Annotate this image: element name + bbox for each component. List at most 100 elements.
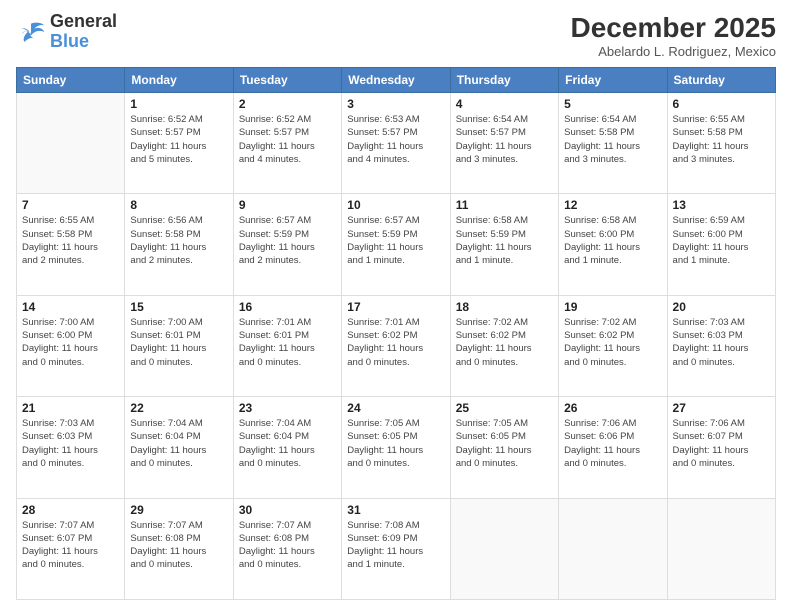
day-number: 18 bbox=[456, 300, 553, 314]
calendar-cell: 13Sunrise: 6:59 AMSunset: 6:00 PMDayligh… bbox=[667, 194, 775, 295]
calendar-header-monday: Monday bbox=[125, 68, 233, 93]
day-info: Sunrise: 7:02 AMSunset: 6:02 PMDaylight:… bbox=[564, 316, 661, 369]
day-info: Sunrise: 7:04 AMSunset: 6:04 PMDaylight:… bbox=[130, 417, 227, 470]
day-number: 9 bbox=[239, 198, 336, 212]
day-number: 25 bbox=[456, 401, 553, 415]
day-number: 2 bbox=[239, 97, 336, 111]
page-header: GeneralBlue December 2025 Abelardo L. Ro… bbox=[16, 12, 776, 59]
day-info: Sunrise: 7:06 AMSunset: 6:07 PMDaylight:… bbox=[673, 417, 770, 470]
day-info: Sunrise: 7:00 AMSunset: 6:00 PMDaylight:… bbox=[22, 316, 119, 369]
calendar-header-thursday: Thursday bbox=[450, 68, 558, 93]
calendar-cell: 8 Sunrise: 6:56 AMSunset: 5:58 PMDaylight… bbox=[125, 194, 233, 295]
day-info: Sunrise: 7:05 AMSunset: 6:05 PMDaylight:… bbox=[456, 417, 553, 470]
day-info: Sunrise: 6:55 AMSunset: 5:58 PMDaylight:… bbox=[22, 214, 119, 267]
day-number: 12 bbox=[564, 198, 661, 212]
day-number: 10 bbox=[347, 198, 444, 212]
day-info: Sunrise: 6:54 AMSunset: 5:57 PMDaylight:… bbox=[456, 113, 553, 166]
day-info: Sunrise: 7:02 AMSunset: 6:02 PMDaylight:… bbox=[456, 316, 553, 369]
calendar-header-saturday: Saturday bbox=[667, 68, 775, 93]
calendar-header-friday: Friday bbox=[559, 68, 667, 93]
calendar-cell: 25 Sunrise: 7:05 AMSunset: 6:05 PMDayligh… bbox=[450, 397, 558, 498]
week-row-5: 28 Sunrise: 7:07 AMSunset: 6:07 PMDayligh… bbox=[17, 498, 776, 599]
day-number: 15 bbox=[130, 300, 227, 314]
calendar-cell: 17 Sunrise: 7:01 AMSunset: 6:02 PMDayligh… bbox=[342, 295, 450, 396]
day-number: 24 bbox=[347, 401, 444, 415]
calendar-cell: 19 Sunrise: 7:02 AMSunset: 6:02 PMDayligh… bbox=[559, 295, 667, 396]
day-info: Sunrise: 7:07 AMSunset: 6:08 PMDaylight:… bbox=[239, 519, 336, 572]
day-info: Sunrise: 6:55 AMSunset: 5:58 PMDaylight:… bbox=[673, 113, 770, 166]
calendar-cell: 11 Sunrise: 6:58 AMSunset: 5:59 PMDayligh… bbox=[450, 194, 558, 295]
day-number: 3 bbox=[347, 97, 444, 111]
calendar-cell: 22Sunrise: 7:04 AMSunset: 6:04 PMDayligh… bbox=[125, 397, 233, 498]
day-info: Sunrise: 6:52 AMSunset: 5:57 PMDaylight:… bbox=[130, 113, 227, 166]
calendar-cell: 6 Sunrise: 6:55 AMSunset: 5:58 PMDaylight… bbox=[667, 93, 775, 194]
day-info: Sunrise: 7:04 AMSunset: 6:04 PMDaylight:… bbox=[239, 417, 336, 470]
week-row-3: 14 Sunrise: 7:00 AMSunset: 6:00 PMDayligh… bbox=[17, 295, 776, 396]
day-number: 11 bbox=[456, 198, 553, 212]
week-row-4: 21Sunrise: 7:03 AMSunset: 6:03 PMDayligh… bbox=[17, 397, 776, 498]
logo-icon bbox=[16, 20, 46, 44]
day-info: Sunrise: 6:57 AMSunset: 5:59 PMDaylight:… bbox=[347, 214, 444, 267]
day-info: Sunrise: 6:54 AMSunset: 5:58 PMDaylight:… bbox=[564, 113, 661, 166]
calendar-cell: 18 Sunrise: 7:02 AMSunset: 6:02 PMDayligh… bbox=[450, 295, 558, 396]
calendar-header-row: SundayMondayTuesdayWednesdayThursdayFrid… bbox=[17, 68, 776, 93]
logo-text: GeneralBlue bbox=[50, 12, 117, 52]
day-number: 14 bbox=[22, 300, 119, 314]
day-number: 20 bbox=[673, 300, 770, 314]
day-info: Sunrise: 7:05 AMSunset: 6:05 PMDaylight:… bbox=[347, 417, 444, 470]
day-number: 27 bbox=[673, 401, 770, 415]
day-info: Sunrise: 6:57 AMSunset: 5:59 PMDaylight:… bbox=[239, 214, 336, 267]
logo: GeneralBlue bbox=[16, 12, 117, 52]
day-number: 16 bbox=[239, 300, 336, 314]
day-number: 6 bbox=[673, 97, 770, 111]
calendar-cell: 3 Sunrise: 6:53 AMSunset: 5:57 PMDaylight… bbox=[342, 93, 450, 194]
day-number: 4 bbox=[456, 97, 553, 111]
location: Abelardo L. Rodriguez, Mexico bbox=[571, 44, 776, 59]
calendar-header-wednesday: Wednesday bbox=[342, 68, 450, 93]
calendar-cell: 9 Sunrise: 6:57 AMSunset: 5:59 PMDaylight… bbox=[233, 194, 341, 295]
day-info: Sunrise: 7:06 AMSunset: 6:06 PMDaylight:… bbox=[564, 417, 661, 470]
title-block: December 2025 Abelardo L. Rodriguez, Mex… bbox=[571, 12, 776, 59]
day-info: Sunrise: 7:07 AMSunset: 6:07 PMDaylight:… bbox=[22, 519, 119, 572]
calendar-cell: 15 Sunrise: 7:00 AMSunset: 6:01 PMDayligh… bbox=[125, 295, 233, 396]
day-info: Sunrise: 7:07 AMSunset: 6:08 PMDaylight:… bbox=[130, 519, 227, 572]
week-row-1: 1 Sunrise: 6:52 AMSunset: 5:57 PMDaylight… bbox=[17, 93, 776, 194]
calendar-header-tuesday: Tuesday bbox=[233, 68, 341, 93]
calendar-cell: 31Sunrise: 7:08 AMSunset: 6:09 PMDayligh… bbox=[342, 498, 450, 599]
day-number: 31 bbox=[347, 503, 444, 517]
day-number: 5 bbox=[564, 97, 661, 111]
day-number: 8 bbox=[130, 198, 227, 212]
day-number: 29 bbox=[130, 503, 227, 517]
calendar-cell: 14 Sunrise: 7:00 AMSunset: 6:00 PMDayligh… bbox=[17, 295, 125, 396]
day-info: Sunrise: 6:53 AMSunset: 5:57 PMDaylight:… bbox=[347, 113, 444, 166]
day-number: 17 bbox=[347, 300, 444, 314]
calendar-cell: 1 Sunrise: 6:52 AMSunset: 5:57 PMDaylight… bbox=[125, 93, 233, 194]
calendar-cell bbox=[667, 498, 775, 599]
day-number: 26 bbox=[564, 401, 661, 415]
calendar-cell: 21Sunrise: 7:03 AMSunset: 6:03 PMDayligh… bbox=[17, 397, 125, 498]
day-number: 21 bbox=[22, 401, 119, 415]
day-number: 1 bbox=[130, 97, 227, 111]
calendar-cell: 10 Sunrise: 6:57 AMSunset: 5:59 PMDayligh… bbox=[342, 194, 450, 295]
calendar-table: SundayMondayTuesdayWednesdayThursdayFrid… bbox=[16, 67, 776, 600]
calendar-cell: 2 Sunrise: 6:52 AMSunset: 5:57 PMDaylight… bbox=[233, 93, 341, 194]
day-number: 19 bbox=[564, 300, 661, 314]
day-info: Sunrise: 7:00 AMSunset: 6:01 PMDaylight:… bbox=[130, 316, 227, 369]
calendar-header-sunday: Sunday bbox=[17, 68, 125, 93]
day-info: Sunrise: 7:01 AMSunset: 6:02 PMDaylight:… bbox=[347, 316, 444, 369]
day-info: Sunrise: 6:52 AMSunset: 5:57 PMDaylight:… bbox=[239, 113, 336, 166]
calendar-cell: 30Sunrise: 7:07 AMSunset: 6:08 PMDayligh… bbox=[233, 498, 341, 599]
day-info: Sunrise: 6:56 AMSunset: 5:58 PMDaylight:… bbox=[130, 214, 227, 267]
calendar-cell: 28 Sunrise: 7:07 AMSunset: 6:07 PMDayligh… bbox=[17, 498, 125, 599]
week-row-2: 7Sunrise: 6:55 AMSunset: 5:58 PMDaylight… bbox=[17, 194, 776, 295]
calendar-cell: 5 Sunrise: 6:54 AMSunset: 5:58 PMDaylight… bbox=[559, 93, 667, 194]
month-title: December 2025 bbox=[571, 12, 776, 44]
day-info: Sunrise: 6:58 AMSunset: 5:59 PMDaylight:… bbox=[456, 214, 553, 267]
day-info: Sunrise: 6:58 AMSunset: 6:00 PMDaylight:… bbox=[564, 214, 661, 267]
calendar-cell: 16 Sunrise: 7:01 AMSunset: 6:01 PMDayligh… bbox=[233, 295, 341, 396]
calendar-cell bbox=[450, 498, 558, 599]
day-number: 28 bbox=[22, 503, 119, 517]
day-info: Sunrise: 7:01 AMSunset: 6:01 PMDaylight:… bbox=[239, 316, 336, 369]
day-info: Sunrise: 6:59 AMSunset: 6:00 PMDaylight:… bbox=[673, 214, 770, 267]
calendar-cell: 23Sunrise: 7:04 AMSunset: 6:04 PMDayligh… bbox=[233, 397, 341, 498]
